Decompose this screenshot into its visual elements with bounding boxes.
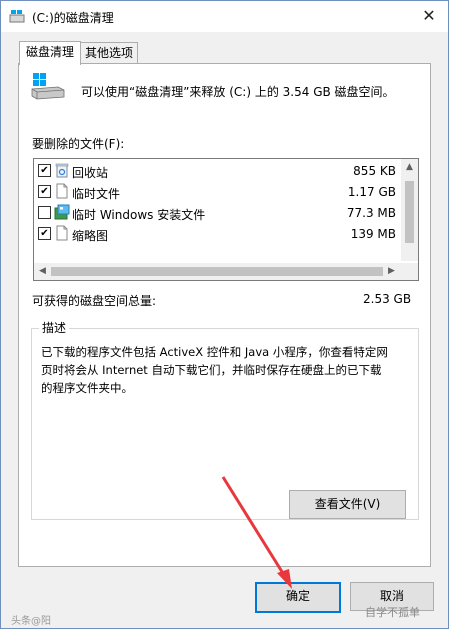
file-size: 1.17 GB bbox=[347, 185, 396, 199]
description-line: 的程序文件夹中。 bbox=[41, 381, 133, 395]
checkbox[interactable] bbox=[38, 206, 51, 219]
view-files-button[interactable]: 查看文件(V) bbox=[289, 490, 406, 519]
files-to-delete-label: 要删除的文件(F): bbox=[32, 137, 125, 151]
checkbox[interactable]: ✔ bbox=[38, 227, 51, 240]
description-legend: 描述 bbox=[39, 319, 70, 336]
scroll-left-icon[interactable]: ◀ bbox=[34, 263, 51, 280]
watermark-right: 自学不孤单 bbox=[365, 606, 420, 619]
windows-setup-icon bbox=[54, 204, 70, 220]
scroll-right-icon[interactable]: ▶ bbox=[383, 263, 400, 280]
file-name: 临时 Windows 安装文件 bbox=[72, 208, 206, 222]
pointer-arrow-annotation bbox=[221, 476, 292, 589]
scroll-up-icon[interactable]: ▲ bbox=[401, 159, 418, 176]
file-size: 77.3 MB bbox=[346, 206, 396, 220]
total-space-label: 可获得的磁盘空间总量: bbox=[32, 294, 157, 308]
watermark-left: 头条@阳 bbox=[11, 616, 51, 627]
description-line: 已下载的程序文件包括 ActiveX 控件和 Java 小程序，你查看特定网 bbox=[41, 345, 388, 359]
checkbox[interactable]: ✔ bbox=[38, 185, 51, 198]
file-name: 回收站 bbox=[72, 166, 109, 180]
file-size: 139 MB bbox=[350, 227, 396, 241]
list-item[interactable]: ✔ 回收站 855 KB bbox=[34, 160, 402, 182]
files-list[interactable]: ✔ 回收站 855 KB ✔ 临时文件 1.17 GB 临时 Windows 安… bbox=[33, 158, 419, 281]
list-item[interactable]: ✔ 缩略图 139 MB bbox=[34, 223, 402, 245]
description-line: 页时将会从 Internet 自动下载它们，并临时保存在硬盘上的已下载 bbox=[41, 363, 382, 377]
list-item[interactable]: ✔ 临时文件 1.17 GB bbox=[34, 181, 402, 203]
horizontal-scrollbar[interactable]: ◀ ▶ bbox=[34, 263, 418, 280]
document-icon bbox=[56, 183, 68, 199]
file-size: 855 KB bbox=[353, 164, 396, 178]
vertical-scroll-thumb[interactable] bbox=[405, 181, 414, 243]
vertical-scrollbar[interactable]: ▲ bbox=[401, 159, 418, 261]
recycle-bin-icon bbox=[55, 163, 69, 178]
description-text: 已下载的程序文件包括 ActiveX 控件和 Java 小程序，你查看特定网 页… bbox=[41, 343, 388, 397]
drive-icon bbox=[31, 73, 65, 100]
list-item[interactable]: 临时 Windows 安装文件 77.3 MB bbox=[34, 202, 402, 224]
file-name: 缩略图 bbox=[72, 229, 109, 243]
title-bar: (C:)的磁盘清理 ✕ bbox=[1, 1, 448, 32]
tab-other-options[interactable]: 其他选项 bbox=[80, 42, 138, 64]
horizontal-scroll-thumb[interactable] bbox=[51, 267, 383, 276]
document-icon bbox=[56, 225, 68, 241]
file-name: 临时文件 bbox=[72, 187, 121, 201]
window-title: (C:)的磁盘清理 bbox=[32, 11, 114, 25]
tab-disk-cleanup[interactable]: 磁盘清理 bbox=[19, 41, 81, 65]
space-available-text: 可以使用“磁盘清理”来释放 (C:) 上的 3.54 GB 磁盘空间。 bbox=[81, 85, 395, 99]
checkbox[interactable]: ✔ bbox=[38, 164, 51, 177]
close-icon[interactable]: ✕ bbox=[416, 4, 442, 28]
disk-cleanup-app-icon bbox=[9, 10, 25, 23]
disk-cleanup-dialog: (C:)的磁盘清理 ✕ 磁盘清理 其他选项 可以使用“磁盘清理”来释放 (C:)… bbox=[0, 0, 449, 629]
total-space-value: 2.53 GB bbox=[363, 292, 412, 306]
